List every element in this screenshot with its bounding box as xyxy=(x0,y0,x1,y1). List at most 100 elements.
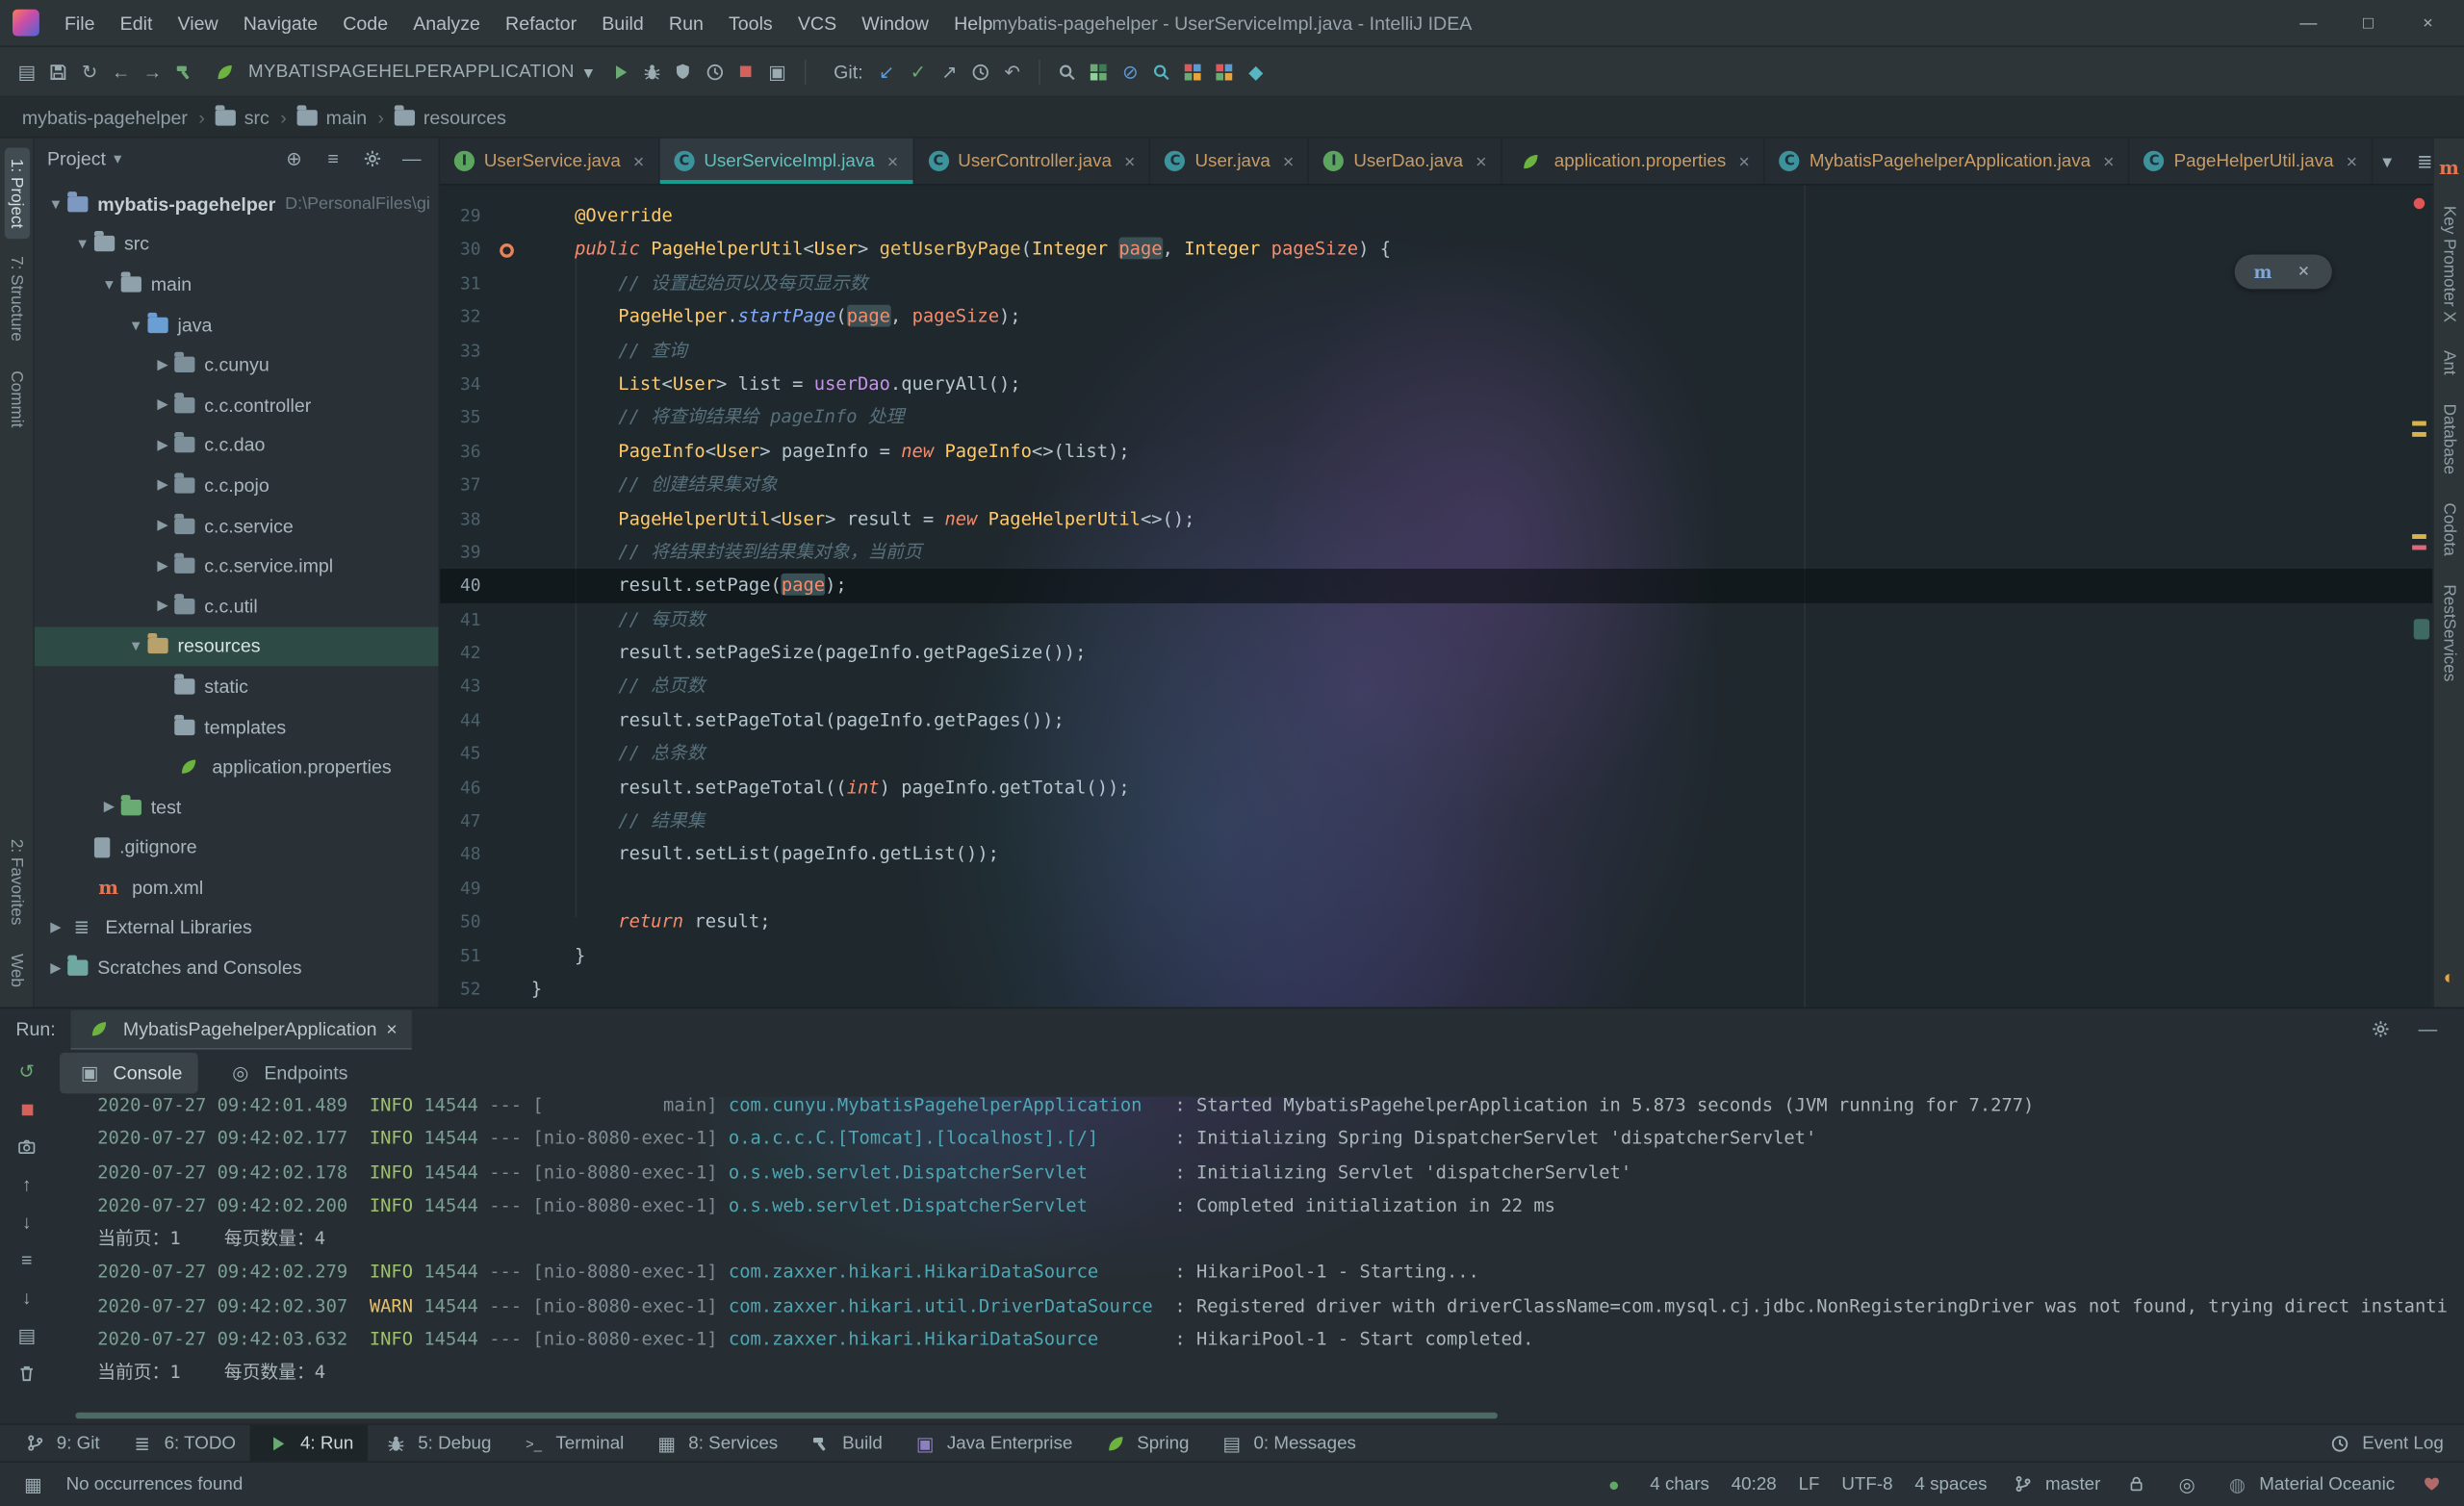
tool-window-button-8-services[interactable]: ▦8: Services xyxy=(638,1425,792,1462)
line-number[interactable]: 31 xyxy=(440,267,480,300)
console-icon[interactable]: ▣ xyxy=(75,1059,103,1086)
git-history-icon[interactable] xyxy=(966,58,994,86)
close-icon[interactable]: × xyxy=(1476,150,1486,172)
folder-icon[interactable] xyxy=(297,109,318,124)
project-folder-icon[interactable] xyxy=(67,196,88,212)
folder-icon[interactable] xyxy=(395,109,415,124)
code-analysis-icon[interactable]: ● xyxy=(1600,1470,1628,1498)
folder-icon[interactable] xyxy=(121,276,141,292)
tool-stripe-7-structure[interactable]: 7: Structure xyxy=(4,245,29,352)
terminal-icon[interactable]: >_ xyxy=(520,1429,548,1457)
hide-panel-icon[interactable]: — xyxy=(2414,1015,2442,1043)
tool-window-button-5-debug[interactable]: 5: Debug xyxy=(368,1425,505,1462)
tab-list-icon[interactable]: ≣ xyxy=(2411,147,2439,175)
tool-stripe-commit[interactable]: Commit xyxy=(4,359,29,438)
status-code-analysis-icon[interactable]: ● xyxy=(1600,1470,1628,1498)
line-number[interactable]: 37 xyxy=(440,469,480,502)
tool-stripe-2-favorites[interactable]: 2: Favorites xyxy=(4,828,29,935)
console-tab-console[interactable]: ▣Console xyxy=(60,1053,198,1093)
inspections-off-icon[interactable]: ⊘ xyxy=(1116,58,1144,86)
tool-window-button-build[interactable]: Build xyxy=(792,1425,897,1462)
git-branch-icon[interactable] xyxy=(20,1429,48,1457)
menu-vcs[interactable]: VCS xyxy=(785,6,849,40)
close-icon[interactable]: × xyxy=(1738,150,1749,172)
status-master[interactable]: master xyxy=(2009,1470,2100,1498)
scratches-icon[interactable] xyxy=(67,960,88,976)
interface-icon[interactable]: I xyxy=(1323,151,1344,171)
tool-window-button-9-git[interactable]: 9: Git xyxy=(7,1425,115,1462)
interface-icon[interactable]: I xyxy=(454,151,475,171)
tree-toggle-icon[interactable]: ▶ xyxy=(151,476,174,494)
tab-userdao-java[interactable]: IUserDao.java× xyxy=(1310,139,1502,184)
search-everywhere-icon[interactable] xyxy=(1147,58,1175,86)
tree-item-c-c-dao[interactable]: ▶c.c.dao xyxy=(35,425,439,466)
console-output[interactable]: 2020-07-27 09:42:01.489 INFO 14544 --- [… xyxy=(54,1097,2464,1424)
scroll-up-icon[interactable]: ↑ xyxy=(13,1170,40,1198)
class-icon[interactable]: C xyxy=(1780,151,1800,171)
debug-icon[interactable] xyxy=(637,58,665,86)
close-icon[interactable]: × xyxy=(633,150,644,172)
libraries-icon[interactable]: ≣ xyxy=(67,913,95,941)
tree-toggle-icon[interactable]: ▶ xyxy=(44,919,67,936)
tree-item-c-c-controller[interactable]: ▶c.c.controller xyxy=(35,385,439,425)
tree-toggle-icon[interactable]: ▼ xyxy=(97,276,120,292)
chevron-down-icon[interactable]: ▾ xyxy=(2373,147,2400,175)
collapse-all-icon[interactable]: ≡ xyxy=(319,144,346,172)
build-project-icon[interactable] xyxy=(169,58,197,86)
class-icon[interactable]: C xyxy=(1165,151,1185,171)
menu-tools[interactable]: Tools xyxy=(716,6,785,40)
editor-scrollbar-thumb[interactable] xyxy=(2414,619,2429,639)
folder-icon[interactable] xyxy=(174,678,194,694)
rerun-icon[interactable]: ↺ xyxy=(13,1058,40,1085)
event-log-icon[interactable] xyxy=(2326,1429,2354,1457)
package-icon[interactable] xyxy=(174,437,194,452)
status-4-spaces[interactable]: 4 spaces xyxy=(1914,1475,1987,1494)
folder-icon[interactable] xyxy=(216,109,236,124)
breadcrumb-item-mybatis-pagehelper[interactable]: mybatis-pagehelper xyxy=(22,106,188,128)
tool-window-switcher-icon[interactable]: ▦ xyxy=(19,1470,47,1498)
plugin-blocks-2-icon[interactable] xyxy=(1210,58,1238,86)
menu-run[interactable]: Run xyxy=(656,6,716,40)
class-icon[interactable]: C xyxy=(928,151,948,171)
tree-toggle-icon[interactable]: ▶ xyxy=(151,557,174,574)
java-ee-icon[interactable]: ▣ xyxy=(911,1429,938,1457)
tab-userservice-java[interactable]: IUserService.java× xyxy=(440,139,659,184)
tab-usercontroller-java[interactable]: CUserController.java× xyxy=(914,139,1151,184)
close-icon[interactable]: × xyxy=(1283,150,1294,172)
line-number[interactable]: 39 xyxy=(440,536,480,570)
tree-toggle-icon[interactable]: ▶ xyxy=(151,356,174,373)
window-icon[interactable]: ▣ xyxy=(763,58,791,86)
tree-toggle-icon[interactable]: ▶ xyxy=(97,799,120,816)
code-editor[interactable]: 29 @Override30 public PageHelperUtil<Use… xyxy=(440,186,2432,1008)
line-number[interactable]: 45 xyxy=(440,737,480,771)
sources-folder-icon[interactable] xyxy=(147,317,167,332)
spring-config-icon[interactable] xyxy=(1517,147,1545,175)
run-icon[interactable] xyxy=(605,58,633,86)
tree-item-application-properties[interactable]: application.properties xyxy=(35,747,439,787)
unlock-icon[interactable] xyxy=(2122,1470,2150,1498)
line-number[interactable]: 38 xyxy=(440,502,480,536)
stop-icon[interactable] xyxy=(13,1095,40,1123)
tree-item-mybatis-pagehelper[interactable]: ▼mybatis-pagehelperD:\PersonalFiles\gi xyxy=(35,184,439,224)
close-icon[interactable]: × xyxy=(2347,150,2357,172)
tool-window-button-terminal[interactable]: >_Terminal xyxy=(505,1425,638,1462)
menu-edit[interactable]: Edit xyxy=(108,6,166,40)
run-configuration-tab[interactable]: MybatisPagehelperApplication× xyxy=(71,1009,411,1049)
git-rollback-icon[interactable]: ↶ xyxy=(998,58,1026,86)
menu-refactor[interactable]: Refactor xyxy=(493,6,589,40)
tree-item-java[interactable]: ▼java xyxy=(35,304,439,345)
line-number[interactable]: 43 xyxy=(440,670,480,703)
profiler-icon[interactable] xyxy=(700,58,728,86)
messages-icon[interactable]: ▤ xyxy=(1218,1429,1245,1457)
package-icon[interactable] xyxy=(174,558,194,574)
status-heart-icon[interactable] xyxy=(2417,1470,2445,1498)
line-number[interactable]: 51 xyxy=(440,939,480,973)
tree-toggle-icon[interactable]: ▼ xyxy=(124,638,147,653)
theme-icon[interactable]: ◍ xyxy=(2223,1470,2251,1498)
line-number[interactable]: 35 xyxy=(440,401,480,435)
breadcrumb-item-main[interactable]: main xyxy=(297,106,367,128)
tree-item-c-c-service-impl[interactable]: ▶c.c.service.impl xyxy=(35,546,439,586)
breadcrumb-item-src[interactable]: src xyxy=(216,106,270,128)
line-number[interactable]: 49 xyxy=(440,872,480,906)
chevron-down-icon[interactable]: ▾ xyxy=(114,150,121,167)
